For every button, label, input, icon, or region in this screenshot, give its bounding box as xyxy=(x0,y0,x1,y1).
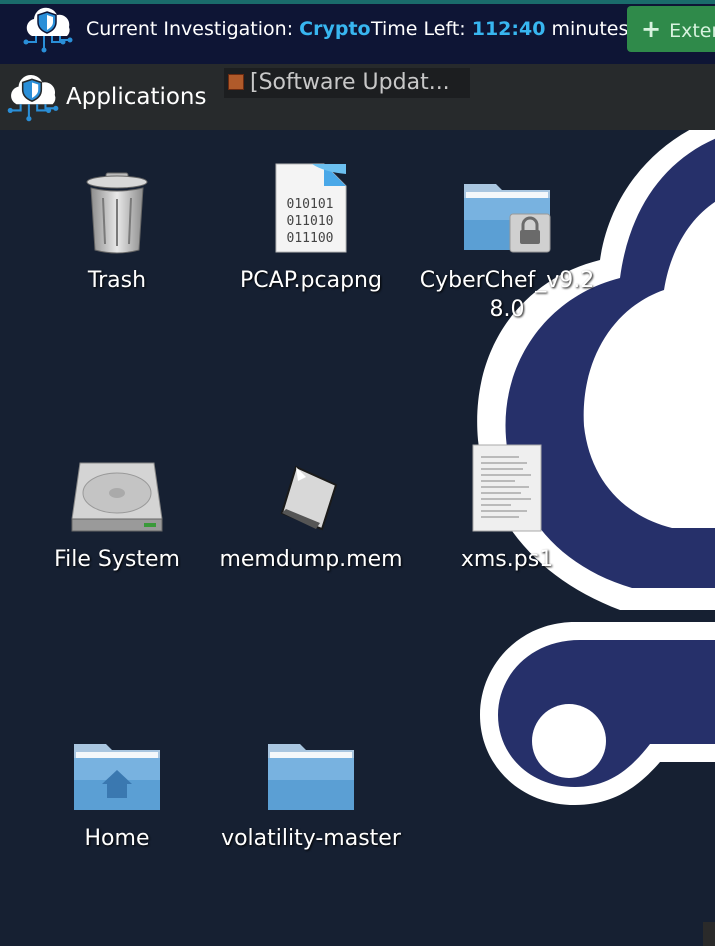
volatility-folder-desktop-icon[interactable]: volatility-master xyxy=(216,712,406,853)
desktop-icon-label: volatility-master xyxy=(221,826,401,851)
software-update-icon xyxy=(228,74,244,90)
generic-file-icon xyxy=(280,465,338,531)
trash-desktop-icon[interactable]: Trash xyxy=(22,154,212,295)
binary-file-icon: 010101 011010 011100 xyxy=(275,163,347,253)
extend-button-label: Exter xyxy=(669,20,715,42)
extend-time-button[interactable]: + Exter xyxy=(627,6,715,52)
binary-line-3: 011100 xyxy=(287,231,334,246)
desktop-icon-label: Home xyxy=(84,826,150,851)
applications-menu[interactable]: Applications xyxy=(66,84,207,110)
pcap-file-desktop-icon[interactable]: 010101 011010 011100 PCAP.pcapng xyxy=(216,154,406,295)
desktop-icon-label: File System xyxy=(54,547,180,572)
locked-folder-icon xyxy=(464,184,551,253)
desktop-icon-label: PCAP.pcapng xyxy=(240,268,382,293)
time-left-unit: minutes xyxy=(551,18,629,40)
time-left: Time Left: 112:40 minutes xyxy=(371,18,628,40)
trash-icon xyxy=(86,172,148,254)
corner-widget xyxy=(703,922,715,946)
binary-line-1: 010101 xyxy=(287,197,334,212)
hard-drive-icon xyxy=(71,462,163,532)
desktop-panel: Applications [Software Updat... xyxy=(0,64,715,130)
script-file-desktop-icon[interactable]: xms.ps1 xyxy=(412,433,602,574)
taskbar-window-button[interactable]: [Software Updat... xyxy=(224,68,470,98)
plus-icon: + xyxy=(641,15,662,43)
desktop-area[interactable]: Trash 010101 011010 011100 PCAP.pcapng C… xyxy=(0,130,715,946)
desktop-icon-label: CyberChef_v9.28.0 xyxy=(419,268,595,322)
cyberchef-folder-desktop-icon[interactable]: CyberChef_v9.28.0 xyxy=(412,154,602,324)
folder-icon xyxy=(268,744,354,810)
file-system-desktop-icon[interactable]: File System xyxy=(22,433,212,574)
desktop-icon-label: memdump.mem xyxy=(219,547,403,572)
investigation-label: Current Investigation: xyxy=(86,18,294,40)
time-left-value: 112:40 xyxy=(471,18,546,40)
binary-line-2: 011010 xyxy=(287,214,334,229)
home-folder-desktop-icon[interactable]: Home xyxy=(22,712,212,853)
text-file-icon xyxy=(472,444,542,532)
taskbar-window-title: [Software Updat... xyxy=(250,70,450,95)
desktop-icon-label: Trash xyxy=(87,268,147,293)
time-left-label: Time Left: xyxy=(371,18,466,40)
cloud-shield-logo-icon xyxy=(23,7,73,53)
applications-menu-icon[interactable] xyxy=(2,70,62,126)
investigation-bar: Current Investigation: Crypto Time Left:… xyxy=(0,0,715,64)
current-investigation: Current Investigation: Crypto xyxy=(86,18,371,40)
investigation-name: Crypto xyxy=(299,18,371,40)
memdump-file-desktop-icon[interactable]: memdump.mem xyxy=(216,433,406,574)
home-folder-icon xyxy=(74,744,160,810)
desktop-icon-label: xms.ps1 xyxy=(460,547,554,572)
